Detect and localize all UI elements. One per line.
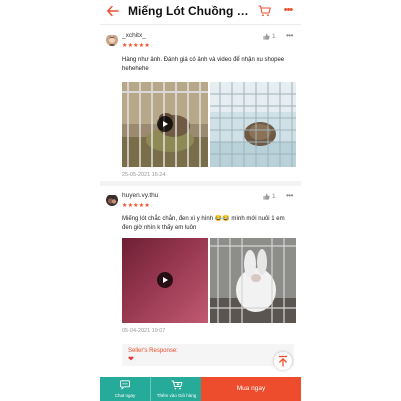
review-date: 25-05-2021 16:24 <box>122 172 166 178</box>
play-icon[interactable] <box>157 116 173 132</box>
page-title: Miếng Lót Chuồng Đen Giữ Ấm Cho Thỏ <box>128 4 254 18</box>
review-photo[interactable] <box>210 238 296 323</box>
review-video-thumbnail[interactable] <box>122 82 208 167</box>
play-icon[interactable] <box>157 272 173 288</box>
review-username[interactable]: _xchitx_ <box>122 32 146 39</box>
more-options-icon[interactable]: ••• <box>281 4 295 16</box>
add-to-cart-button[interactable]: Thêm vào Giỏ hàng <box>150 377 202 401</box>
thumbs-up-icon <box>263 33 270 40</box>
review-more-icon[interactable]: ••• <box>286 31 293 40</box>
review-item: huyen.vy.thu ★★★★★ 1 ••• Miếng lót chắc … <box>100 186 301 371</box>
seller-response-text: ❤ <box>128 356 134 363</box>
review-item: _xchitx_ ★★★★★ 1 ••• Hàng như ảnh. Đánh … <box>100 26 301 181</box>
phone-screen: Miếng Lót Chuồng Đen Giữ Ấm Cho Thỏ ••• … <box>100 0 301 401</box>
like-button[interactable]: 1 <box>263 33 276 40</box>
add-to-cart-label: Thêm vào Giỏ hàng <box>156 393 197 398</box>
review-date: 05-04-2021 19:07 <box>122 328 166 334</box>
review-photo[interactable] <box>210 82 296 167</box>
chat-now-button[interactable]: Chat ngay <box>100 377 150 401</box>
review-text: Miếng lót chắc chắn, đen xì y hình 😂😂 mì… <box>122 216 285 231</box>
review-video-thumbnail[interactable] <box>122 238 208 323</box>
chat-icon <box>120 380 130 390</box>
rating-stars: ★★★★★ <box>122 43 150 49</box>
scroll-to-top-button[interactable] <box>274 352 292 370</box>
like-count: 1 <box>272 193 276 200</box>
bottom-action-bar: Chat ngay Thêm vào Giỏ hàng Mua ngay <box>100 377 301 401</box>
back-arrow-icon[interactable] <box>106 4 120 18</box>
review-username[interactable]: huyen.vy.thu <box>122 192 158 199</box>
cart-icon[interactable] <box>258 5 271 17</box>
avatar[interactable] <box>106 34 118 46</box>
chat-now-label: Chat ngay <box>114 393 136 398</box>
rating-stars: ★★★★★ <box>122 203 150 209</box>
top-nav-bar: Miếng Lót Chuồng Đen Giữ Ấm Cho Thỏ ••• <box>100 0 301 25</box>
review-text: Hàng như ảnh. Đánh giá có ảnh và video đ… <box>122 57 285 72</box>
review-more-icon[interactable]: ••• <box>286 191 293 200</box>
seller-response: Seller's Response: ❤ <box>122 344 294 366</box>
buy-now-button[interactable]: Mua ngay <box>201 377 301 401</box>
like-count: 1 <box>272 33 276 40</box>
thumbs-up-icon <box>263 193 270 200</box>
arrow-up-icon <box>279 355 287 367</box>
add-to-cart-icon <box>171 380 182 390</box>
avatar[interactable] <box>106 194 118 206</box>
seller-response-label: Seller's Response: <box>128 348 178 354</box>
like-button[interactable]: 1 <box>263 193 276 200</box>
